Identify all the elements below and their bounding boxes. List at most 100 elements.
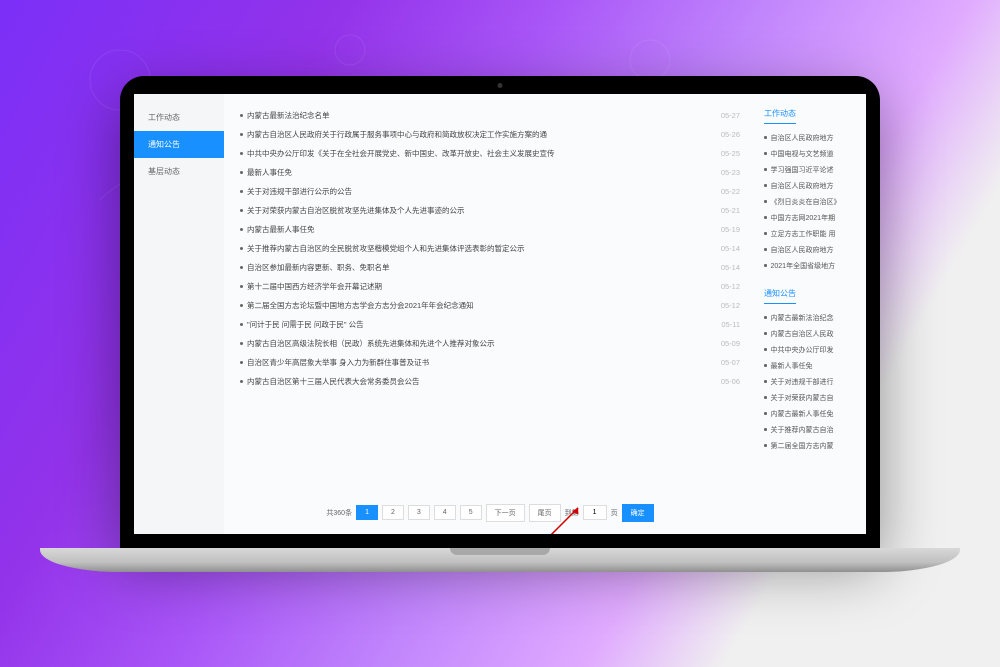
- bullet-icon: [764, 184, 767, 187]
- list-item-date: 05-11: [721, 320, 740, 329]
- panel-item[interactable]: 自治区人民政府地方: [764, 242, 856, 258]
- panel-item[interactable]: 内蒙古最新法治纪念: [764, 310, 856, 326]
- panel-item[interactable]: 立足方志工作职能 用: [764, 226, 856, 242]
- list-item[interactable]: 关于对违规干部进行公示的公告05-22: [240, 182, 740, 201]
- main-content: 内蒙古最新法治纪念名单 05-27 内蒙古自治区人民政府关于行政属于服务事项中心与…: [224, 94, 756, 534]
- panel-title[interactable]: 工作动态: [764, 108, 796, 124]
- panel-item[interactable]: 《烈日炎炎在自治区》: [764, 194, 856, 210]
- page-5[interactable]: 5: [460, 505, 482, 520]
- list-item-date: 05-19: [721, 225, 740, 234]
- panel-item[interactable]: 关于对违规干部进行: [764, 374, 856, 390]
- sidebar: 工作动态 通知公告 基层动态: [134, 94, 224, 534]
- list-item-date: 05-09: [721, 339, 740, 348]
- bullet-icon: [240, 266, 243, 269]
- bullet-icon: [764, 216, 767, 219]
- screen-content: 工作动态 通知公告 基层动态 内蒙古最新法治纪念名单 05-27 内蒙古自治区人民…: [134, 94, 866, 534]
- bullet-icon: [764, 332, 767, 335]
- panel-item[interactable]: 最新人事任免: [764, 358, 856, 374]
- panel-item[interactable]: 第二届全国方志内蒙: [764, 438, 856, 454]
- page-1[interactable]: 1: [356, 505, 378, 520]
- laptop-base: [40, 548, 960, 572]
- bullet-icon: [764, 200, 767, 203]
- list-item-date: 05-21: [721, 206, 740, 215]
- list-item-title: 内蒙古自治区人民政府关于行政属于服务事项中心与政府和简政放权决定工作实施方案的通: [247, 129, 547, 140]
- list-item-title: 自治区参加最新内容更新、职务、免职名单: [247, 262, 390, 273]
- page-2[interactable]: 2: [382, 505, 404, 520]
- list-item[interactable]: 内蒙古最新法治纪念名单 05-27: [240, 106, 740, 125]
- panel-item[interactable]: 自治区人民政府地方: [764, 178, 856, 194]
- panel-item[interactable]: 2021年全国省级地方: [764, 258, 856, 274]
- bullet-icon: [240, 171, 243, 174]
- list-item-title: 第二届全国方志论坛暨中国地方志学会方志分会2021年年会纪念通知: [247, 300, 474, 311]
- bullet-icon: [764, 428, 767, 431]
- bullet-icon: [240, 209, 243, 212]
- panel-item[interactable]: 中国电视与文艺频道: [764, 146, 856, 162]
- panel-title[interactable]: 通知公告: [764, 288, 796, 304]
- list-item-date: 05-23: [721, 168, 740, 177]
- bullet-icon: [240, 285, 243, 288]
- list-item[interactable]: 中共中央办公厅印发《关于在全社会开展党史、新中国史、改革开放史、社会主义发展史宣…: [240, 144, 740, 163]
- page-next[interactable]: 下一页: [486, 504, 525, 522]
- page-input[interactable]: [583, 505, 607, 520]
- panel-item[interactable]: 自治区人民政府地方: [764, 130, 856, 146]
- list-item-date: 05-12: [721, 301, 740, 310]
- page-4[interactable]: 4: [434, 505, 456, 520]
- laptop-bezel: 工作动态 通知公告 基层动态 内蒙古最新法治纪念名单 05-27 内蒙古自治区人民…: [120, 76, 880, 548]
- page-3[interactable]: 3: [408, 505, 430, 520]
- sidebar-item-grassroots[interactable]: 基层动态: [134, 158, 224, 185]
- list-item-title: 第十二届中国西方经济学年会开幕记述期: [247, 281, 382, 292]
- list-item[interactable]: 内蒙古自治区第十三届人民代表大会常务委员会公告05-06: [240, 372, 740, 391]
- sidebar-item-work[interactable]: 工作动态: [134, 104, 224, 131]
- panel-list: 自治区人民政府地方 中国电视与文艺频道 学习强国习近平论述 自治区人民政府地方 …: [764, 130, 856, 274]
- list-item[interactable]: "问计于民 问需于民 问政于民" 公告05-11: [240, 315, 740, 334]
- page-total: 共360条: [326, 508, 352, 518]
- list-item-date: 05-12: [721, 282, 740, 291]
- bullet-icon: [764, 396, 767, 399]
- list-item-title: 内蒙古自治区第十三届人民代表大会常务委员会公告: [247, 376, 420, 387]
- panel-item[interactable]: 内蒙古最新人事任免: [764, 406, 856, 422]
- bullet-icon: [240, 361, 243, 364]
- bullet-icon: [764, 152, 767, 155]
- right-column: 工作动态 自治区人民政府地方 中国电视与文艺频道 学习强国习近平论述 自治区人民…: [756, 94, 866, 534]
- list-item-date: 05-26: [721, 130, 740, 139]
- bullet-icon: [764, 444, 767, 447]
- list-item[interactable]: 内蒙古自治区人民政府关于行政属于服务事项中心与政府和简政放权决定工作实施方案的通…: [240, 125, 740, 144]
- list-item-date: 05-27: [721, 111, 740, 120]
- panel-item[interactable]: 关于推荐内蒙古自治: [764, 422, 856, 438]
- panel-item[interactable]: 中共中央办公厅印发: [764, 342, 856, 358]
- laptop-mockup: 工作动态 通知公告 基层动态 内蒙古最新法治纪念名单 05-27 内蒙古自治区人民…: [120, 76, 880, 572]
- list-item[interactable]: 自治区参加最新内容更新、职务、免职名单05-14: [240, 258, 740, 277]
- list-item[interactable]: 最新人事任免05-23: [240, 163, 740, 182]
- list-item[interactable]: 关于对荣获内蒙古自治区脱贫攻坚先进集体及个人先进事迹的公示 05-21: [240, 201, 740, 220]
- page-confirm[interactable]: 确定: [622, 504, 654, 522]
- list-item[interactable]: 关于推荐内蒙古自治区的全民脱贫攻坚楷模党组个人和先进集体评选表彰的暂定公示05-…: [240, 239, 740, 258]
- list-item-title: 内蒙古最新法治纪念名单: [247, 110, 330, 121]
- list-item[interactable]: 内蒙古最新人事任免 05-19: [240, 220, 740, 239]
- list-item-title: 中共中央办公厅印发《关于在全社会开展党史、新中国史、改革开放史、社会主义发展史宣…: [247, 148, 555, 159]
- panel-notice: 通知公告 内蒙古最新法治纪念 内蒙古自治区人民政 中共中央办公厅印发 最新人事任…: [764, 288, 856, 454]
- bullet-icon: [240, 380, 243, 383]
- page-suffix: 页: [611, 508, 618, 518]
- list-item[interactable]: 第二届全国方志论坛暨中国地方志学会方志分会2021年年会纪念通知 05-12: [240, 296, 740, 315]
- list-item-title: 关于推荐内蒙古自治区的全民脱贫攻坚楷模党组个人和先进集体评选表彰的暂定公示: [247, 243, 525, 254]
- bullet-icon: [240, 190, 243, 193]
- list-item[interactable]: 内蒙古自治区高级法院长相（民政）系统先进集体和先进个人推荐对象公示 05-09: [240, 334, 740, 353]
- bullet-icon: [240, 228, 243, 231]
- list-item[interactable]: 自治区青少年高层象大举事 身入力为新群住事普及证书05-07: [240, 353, 740, 372]
- sidebar-item-notice[interactable]: 通知公告: [134, 131, 224, 158]
- bullet-icon: [240, 152, 243, 155]
- list-item[interactable]: 第十二届中国西方经济学年会开幕记述期 05-12: [240, 277, 740, 296]
- bullet-icon: [764, 264, 767, 267]
- panel-item[interactable]: 内蒙古自治区人民政: [764, 326, 856, 342]
- bullet-icon: [240, 304, 243, 307]
- laptop-notch: [450, 548, 550, 555]
- panel-item[interactable]: 关于对荣获内蒙古自: [764, 390, 856, 406]
- page-last[interactable]: 尾页: [529, 504, 561, 522]
- list-item-title: 内蒙古最新人事任免: [247, 224, 315, 235]
- list-item-title: 关于对荣获内蒙古自治区脱贫攻坚先进集体及个人先进事迹的公示: [247, 205, 465, 216]
- list-item-title: 自治区青少年高层象大举事 身入力为新群住事普及证书: [247, 357, 429, 368]
- panel-item[interactable]: 学习强国习近平论述: [764, 162, 856, 178]
- panel-item[interactable]: 中国方志网2021年期: [764, 210, 856, 226]
- article-list: 内蒙古最新法治纪念名单 05-27 内蒙古自治区人民政府关于行政属于服务事项中心与…: [240, 106, 740, 496]
- list-item-title: 内蒙古自治区高级法院长相（民政）系统先进集体和先进个人推荐对象公示: [247, 338, 495, 349]
